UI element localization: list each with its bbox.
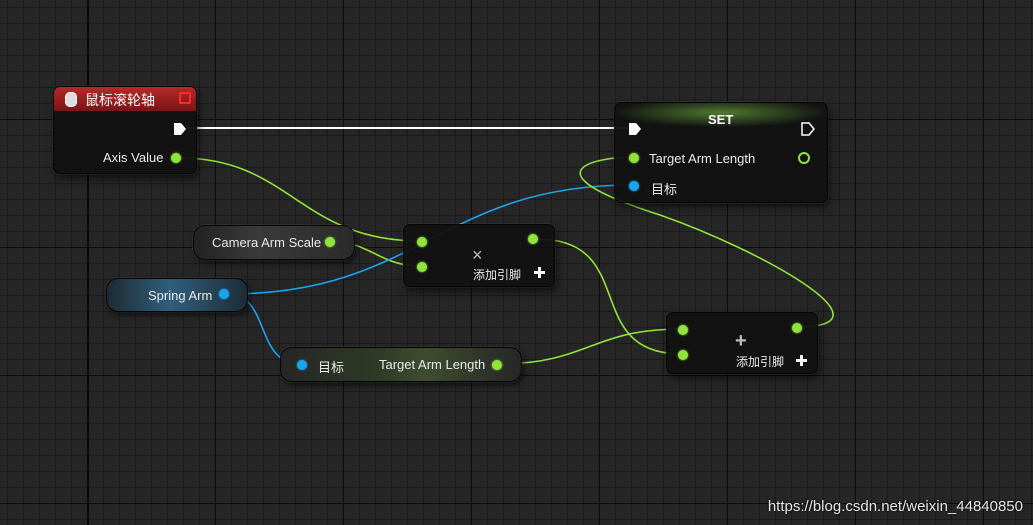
get-output-pin[interactable] bbox=[492, 360, 502, 370]
watermark-url: https://blog.csdn.net/weixin_44840850 bbox=[767, 498, 1023, 515]
spring-arm-label: Spring Arm bbox=[148, 288, 213, 303]
add-icon: + bbox=[735, 330, 747, 352]
wire-multiply-to-add bbox=[536, 238, 683, 355]
set-target-pin[interactable] bbox=[629, 181, 639, 191]
add-input-b-pin[interactable] bbox=[678, 350, 688, 360]
axis-value-pin[interactable] bbox=[171, 153, 181, 163]
multiply-node[interactable]: × 添加引脚 bbox=[403, 224, 555, 287]
event-node-title: 鼠标滚轮轴 bbox=[85, 92, 155, 108]
mouse-icon bbox=[65, 92, 77, 107]
camera-arm-scale-variable[interactable]: Camera Arm Scale bbox=[193, 225, 355, 260]
add-add-pin-label[interactable]: 添加引脚 bbox=[736, 353, 784, 370]
multiply-add-pin-label[interactable]: 添加引脚 bbox=[473, 266, 521, 283]
spring-arm-variable[interactable]: Spring Arm bbox=[106, 278, 248, 312]
exec-out-pin-icon[interactable] bbox=[173, 122, 187, 136]
add-output-pin[interactable] bbox=[792, 323, 802, 333]
target-arm-length-label: Target Arm Length bbox=[649, 151, 756, 166]
spring-arm-pin[interactable] bbox=[219, 289, 229, 299]
exec-in-pin-icon[interactable] bbox=[628, 122, 642, 136]
add-pin-plus-icon[interactable] bbox=[796, 355, 807, 366]
wire-get-to-add bbox=[496, 328, 683, 365]
multiply-output-pin[interactable] bbox=[528, 234, 538, 244]
get-target-label: 目标 bbox=[318, 360, 345, 375]
target-arm-length-input-pin[interactable] bbox=[629, 153, 639, 163]
exec-out-pin-icon[interactable] bbox=[801, 122, 815, 136]
add-pin-plus-icon[interactable] bbox=[534, 267, 545, 278]
get-target-arm-length-node[interactable]: 目标 Target Arm Length bbox=[280, 347, 522, 382]
event-node-delegate-icon[interactable] bbox=[179, 92, 191, 104]
set-target-label: 目标 bbox=[651, 182, 678, 197]
mouse-wheel-axis-event-node[interactable]: 鼠标滚轮轴 Axis Value bbox=[53, 86, 197, 174]
camera-arm-scale-label: Camera Arm Scale bbox=[212, 235, 322, 250]
set-node-title: SET bbox=[708, 112, 734, 127]
multiply-icon: × bbox=[472, 245, 483, 265]
axis-value-label: Axis Value bbox=[103, 150, 164, 165]
add-input-a-pin[interactable] bbox=[678, 325, 688, 335]
add-node[interactable]: + 添加引脚 bbox=[666, 312, 818, 374]
multiply-input-b-pin[interactable] bbox=[417, 262, 427, 272]
multiply-input-a-pin[interactable] bbox=[417, 237, 427, 247]
target-arm-length-output-pin[interactable] bbox=[798, 152, 810, 164]
camera-arm-scale-pin[interactable] bbox=[325, 237, 335, 247]
get-target-pin[interactable] bbox=[297, 360, 307, 370]
get-output-label: Target Arm Length bbox=[379, 357, 486, 372]
set-target-arm-length-node[interactable]: SET Target Arm Length 目标 bbox=[614, 102, 828, 203]
